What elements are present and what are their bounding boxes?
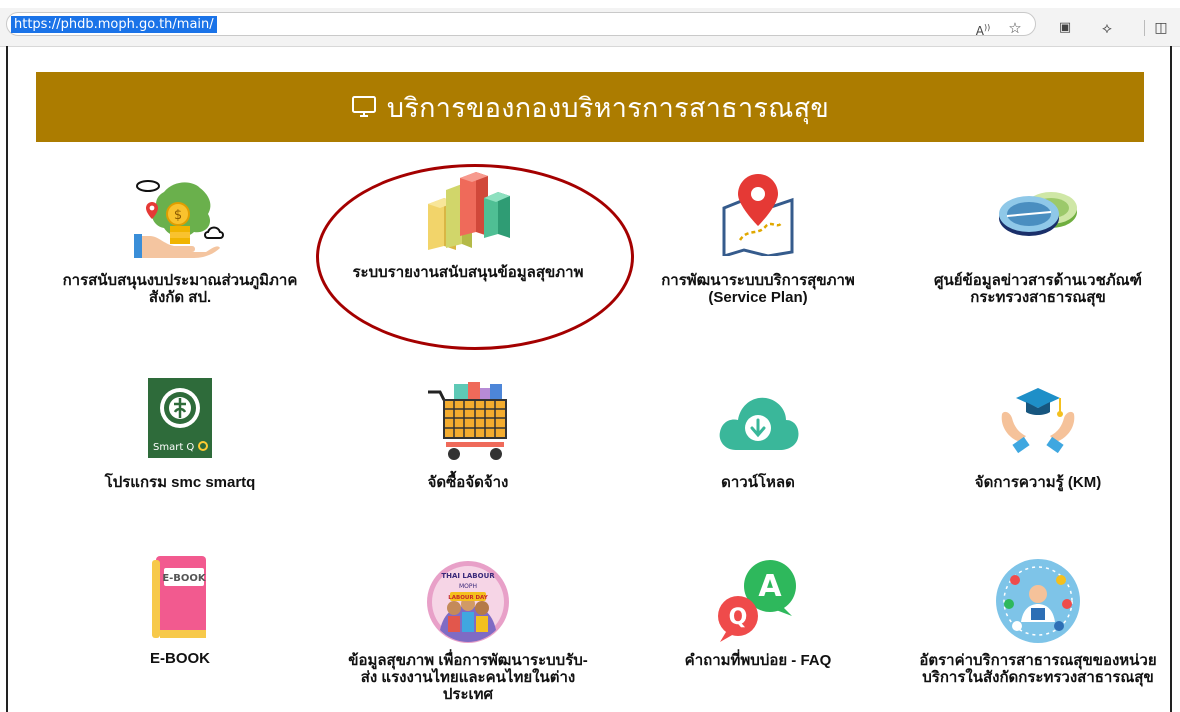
faq-letter-a: A [758,569,782,604]
service-label: จัดการความรู้ (KM) [974,474,1102,491]
smartq-badge-text: Smart Q [153,442,194,453]
map-pin-icon [718,172,798,260]
faq-bubbles-icon: A Q [716,558,800,648]
favorite-star-icon[interactable]: ☆ [1004,17,1026,39]
service-health-service-rates[interactable]: อัตราค่าบริการสาธารณสุขของหน่วย บริการใน… [896,556,1180,706]
service-label: อัตราค่าบริการสาธารณสุขของหน่วย บริการใน… [919,652,1157,686]
smartq-logo-icon: Smart Q [148,378,212,462]
banner-title: บริการของกองบริหารการสาธารณสุข [386,92,830,124]
ebook-icon: E-BOOK [150,556,210,644]
service-label: ระบบรายงานสนับสนุนข้อมูลสุขภาพ [352,264,584,281]
cloud-download-icon [716,392,800,456]
ebook-badge-text: E-BOOK [162,573,207,584]
service-health-data-report[interactable]: ระบบรายงานสนับสนุนข้อมูลสุขภาพ [318,168,618,328]
extensions-icon[interactable]: ⟡ [1096,17,1118,39]
service-label: ศูนย์ข้อมูลข่าวสารด้านเวชภัณฑ์ กระทรวงสา… [933,272,1143,306]
labour-day-icon: THAI LABOUR MOPH LABOUR DAY [426,560,510,648]
service-knowledge-management[interactable]: จัดการความรู้ (KM) [896,374,1180,504]
service-drug-information[interactable]: ศูนย์ข้อมูลข่าวสารด้านเวชภัณฑ์ กระทรวงสา… [896,168,1180,328]
service-regional-budget[interactable]: $ การสนับสนุนงบประมาณส่วนภูมิภาค สังกัด … [40,168,320,328]
service-label: คำถามที่พบบ่อย - FAQ [684,652,832,669]
read-aloud-icon[interactable]: A)) [972,17,994,39]
address-bar[interactable]: https://phdb.moph.go.th/main/ [6,12,1036,36]
graduation-hands-icon [996,384,1080,458]
labour-badge-top: THAI LABOUR [441,572,495,580]
service-label: โปรแกรม smc smartq [104,474,256,491]
monitor-icon [351,96,376,117]
bar-chart-icon [422,172,514,256]
service-thai-labour-health[interactable]: THAI LABOUR MOPH LABOUR DAY ข้อมูลสุขภาพ… [318,556,618,712]
health-services-icon [995,558,1081,648]
service-label: ข้อมูลสุขภาพ เพื่อการพัฒนาระบบรับ- ส่ง แ… [348,652,588,703]
service-procurement[interactable]: จัดซื้อจัดจ้าง [318,374,618,504]
service-faq[interactable]: A Q คำถามที่พบบ่อย - FAQ [618,556,898,706]
budget-map-icon: $ [134,174,226,262]
browser-toolbar: https://phdb.moph.go.th/main/ A)) ☆ ▣ ⟡ … [0,8,1180,47]
pills-icon [993,184,1083,244]
shopping-cart-icon [424,378,512,466]
labour-badge-mid: MOPH [459,583,477,590]
labour-badge-bottom: LABOUR DAY [448,595,489,601]
service-service-plan[interactable]: การพัฒนาระบบบริการสุขภาพ (Service Plan) [618,168,898,328]
service-label: การสนับสนุนงบประมาณส่วนภูมิภาค สังกัด สป… [62,272,298,306]
svg-text:$: $ [174,208,182,223]
url-text[interactable]: https://phdb.moph.go.th/main/ [11,16,217,33]
service-label: ดาวน์โหลด [721,474,795,491]
service-label: จัดซื้อจัดจ้าง [427,474,509,491]
services-banner: บริการของกองบริหารการสาธารณสุข [36,72,1144,142]
service-download[interactable]: ดาวน์โหลด [618,374,898,504]
service-label: E-BOOK [150,650,210,667]
split-screen-icon[interactable]: ◫ [1150,17,1172,39]
service-ebook[interactable]: E-BOOK E-BOOK [40,556,320,706]
faq-letter-q: Q [729,605,748,630]
collections-icon[interactable]: ▣ [1054,17,1076,39]
service-label: การพัฒนาระบบบริการสุขภาพ (Service Plan) [661,272,855,306]
toolbar-divider [1144,20,1145,36]
window-top-strip [0,0,1180,8]
service-smc-smartq[interactable]: Smart Q โปรแกรม smc smartq [40,374,320,504]
